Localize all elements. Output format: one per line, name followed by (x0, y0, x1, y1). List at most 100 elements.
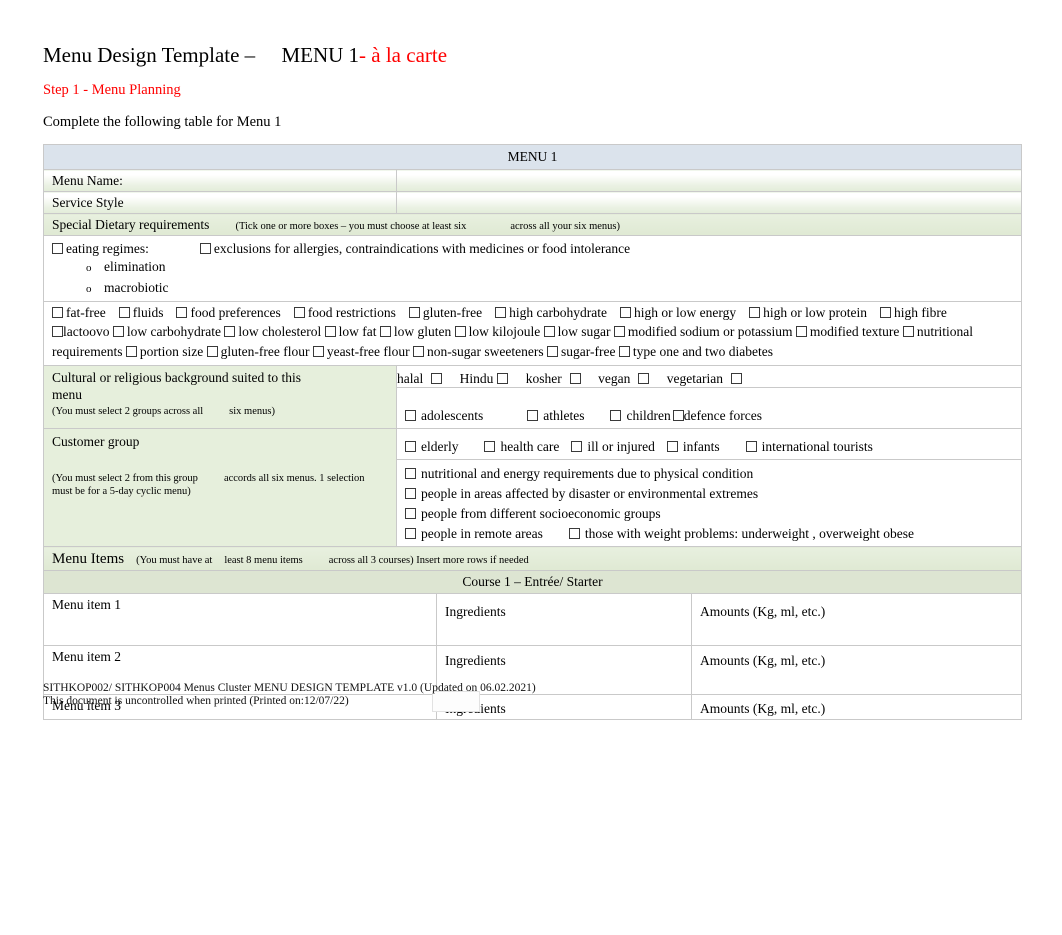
checkbox-icon[interactable] (638, 373, 650, 384)
checkbox-icon[interactable] (527, 410, 539, 421)
checkbox-hindu[interactable]: Hindu (460, 370, 509, 387)
checkbox-remote-areas[interactable]: people in remote areas (405, 526, 543, 541)
checkbox-vegetarian[interactable]: vegetarian (667, 370, 742, 387)
amounts-cell[interactable]: Amounts (Kg, ml, etc.) (691, 694, 1022, 720)
checkbox-icon[interactable] (666, 441, 678, 452)
checkbox-icon[interactable] (224, 326, 236, 337)
checkbox-icon[interactable] (405, 488, 416, 499)
checkbox-portion-size[interactable]: portion size (125, 344, 203, 359)
checkbox-icon[interactable] (405, 508, 416, 519)
checkbox-icon[interactable] (454, 326, 466, 337)
checkbox-icon[interactable] (405, 528, 416, 539)
checkbox-icon[interactable] (730, 373, 742, 384)
checkbox-icon[interactable] (431, 373, 443, 384)
checkbox-icon[interactable] (543, 326, 555, 337)
checkbox-icon[interactable] (902, 326, 914, 337)
menu-name-input-cell[interactable] (396, 169, 1022, 192)
checkbox-icon[interactable] (568, 528, 580, 539)
checkbox-low-gluten[interactable]: low gluten (379, 324, 451, 339)
checkbox-high-carbohydrate[interactable]: high carbohydrate (495, 304, 607, 321)
checkbox-international-tourists[interactable]: international tourists (745, 439, 873, 454)
amounts-cell[interactable]: Amounts (Kg, ml, etc.) (691, 645, 1022, 695)
checkbox-low-carbohydrate[interactable]: low carbohydrate (112, 324, 221, 339)
amounts-cell[interactable]: Amounts (Kg, ml, etc.) (691, 593, 1022, 646)
checkbox-fluids[interactable]: fluids (118, 304, 163, 321)
checkbox-modified-texture[interactable]: modified texture (795, 324, 899, 339)
checkbox-icon[interactable] (379, 326, 391, 337)
checkbox-icon[interactable] (405, 468, 416, 479)
checkbox-icon[interactable] (324, 326, 336, 337)
checkbox-high-or-low-energy[interactable]: high or low energy (619, 304, 736, 321)
checkbox-food-preferences[interactable]: food preferences (176, 304, 281, 321)
checkbox-ill-or-injured[interactable]: ill or injured (571, 439, 655, 454)
checkbox-modified-sodium-or-potassium[interactable]: modified sodium or potassium (613, 324, 792, 339)
checkbox-kosher[interactable]: kosher (526, 370, 581, 387)
checkbox-icon[interactable] (293, 307, 305, 318)
checkbox-icon[interactable] (795, 326, 807, 337)
checkbox-icon[interactable] (749, 307, 761, 318)
checkbox-icon[interactable] (52, 326, 63, 337)
service-style-input-cell[interactable] (396, 191, 1022, 214)
checkbox-fat-free[interactable]: fat-free (52, 304, 106, 321)
checkbox-icon[interactable] (484, 441, 496, 452)
checkbox-lactoovo[interactable]: lactoovo (52, 324, 110, 339)
checkbox-icon[interactable] (569, 373, 581, 384)
checkbox-icon[interactable] (125, 346, 137, 357)
checkbox-icon[interactable] (312, 346, 324, 357)
checkbox-low-sugar[interactable]: low sugar (543, 324, 610, 339)
checkbox-non-sugar-sweeteners[interactable]: non-sugar sweeteners (413, 344, 544, 359)
checkbox-eating-regimes[interactable]: eating regimes: (52, 240, 149, 257)
checkbox-icon[interactable] (199, 243, 211, 254)
checkbox-icon[interactable] (547, 346, 558, 357)
course-header-cell: Course 1 – Entrée/ Starter (43, 570, 1022, 594)
checkbox-icon[interactable] (52, 307, 63, 318)
checkbox-icon[interactable] (619, 307, 631, 318)
checkbox-high-fibre[interactable]: high fibre (879, 304, 947, 321)
checkbox-exclusions[interactable]: exclusions for allergies, contraindicati… (199, 240, 630, 257)
checkbox-food-restrictions[interactable]: food restrictions (293, 304, 396, 321)
checkbox-low-cholesterol[interactable]: low cholesterol (224, 324, 321, 339)
checkbox-halal[interactable]: halal (397, 370, 443, 387)
checkbox-sugar-free[interactable]: sugar-free (547, 344, 615, 359)
checkbox-defence-forces[interactable]: defence forces (671, 408, 762, 423)
checkbox-athletes[interactable]: athletes (527, 408, 584, 423)
checkbox-high-or-low-protein[interactable]: high or low protein (749, 304, 867, 321)
checkbox-icon[interactable] (118, 307, 130, 318)
checkbox-icon[interactable] (413, 346, 425, 357)
checkbox-yeast-free-flour[interactable]: yeast-free flour (312, 344, 410, 359)
checkbox-infants[interactable]: infants (666, 439, 720, 454)
checkbox-icon[interactable] (52, 243, 63, 254)
checkbox-low-fat[interactable]: low fat (324, 324, 376, 339)
checkbox-icon[interactable] (672, 410, 684, 421)
ingredients-cell[interactable]: Ingredients (436, 593, 692, 646)
checkbox-icon[interactable] (112, 326, 124, 337)
checkbox-icon[interactable] (618, 346, 630, 357)
checkbox-health-care[interactable]: health care (484, 439, 559, 454)
checkbox-weight-problems[interactable]: those with weight problems: underweight … (568, 526, 914, 541)
customer-groups-row-1: adolescents athletes children defence force… (405, 406, 1015, 426)
checkbox-icon[interactable] (176, 307, 188, 318)
checkbox-icon[interactable] (879, 307, 891, 318)
checkbox-adolescents[interactable]: adolescents (405, 408, 483, 423)
checkbox-icon[interactable] (405, 441, 416, 452)
checkbox-elderly[interactable]: elderly (405, 439, 458, 454)
checkbox-low-kilojoule[interactable]: low kilojoule (454, 324, 540, 339)
checkbox-nutritional-energy-requirements[interactable]: nutritional and energy requirements due … (405, 464, 1015, 484)
checkbox-socioeconomic-groups[interactable]: people from different socioeconomic grou… (405, 504, 1015, 524)
checkbox-vegan[interactable]: vegan (598, 370, 650, 387)
checkbox-icon[interactable] (206, 346, 218, 357)
checkbox-children[interactable]: children (610, 408, 671, 423)
checkbox-icon[interactable] (497, 373, 509, 384)
checkbox-type-one-and-two-diabetes[interactable]: type one and two diabetes (618, 344, 773, 359)
checkbox-gluten-free[interactable]: gluten-free (408, 304, 482, 321)
checkbox-icon[interactable] (495, 307, 507, 318)
checkbox-icon[interactable] (571, 441, 583, 452)
checkbox-disaster-areas[interactable]: people in areas affected by disaster or … (405, 484, 1015, 504)
checkbox-gluten-free-flour[interactable]: gluten-free flour (206, 344, 309, 359)
checkbox-icon[interactable] (745, 441, 757, 452)
checkbox-icon[interactable] (613, 326, 625, 337)
menu-item-cell[interactable]: Menu item 1 (43, 593, 437, 646)
checkbox-icon[interactable] (610, 410, 622, 421)
checkbox-icon[interactable] (408, 307, 420, 318)
checkbox-icon[interactable] (405, 410, 416, 421)
